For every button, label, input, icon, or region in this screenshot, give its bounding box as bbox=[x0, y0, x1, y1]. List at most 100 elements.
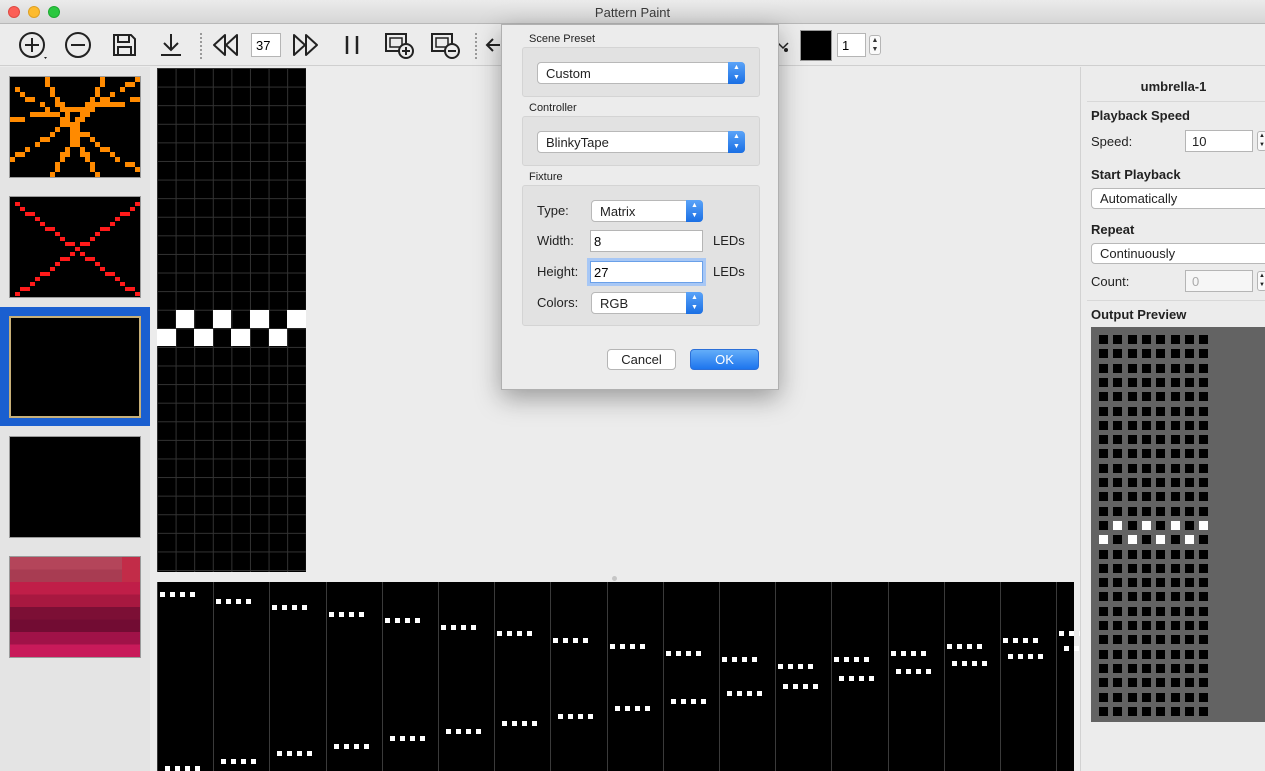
preview-led bbox=[1156, 535, 1166, 545]
preview-led bbox=[1127, 435, 1137, 445]
frame-number-field[interactable] bbox=[251, 33, 281, 57]
repeat-select[interactable]: Continuously bbox=[1091, 243, 1265, 264]
pixel bbox=[80, 252, 85, 256]
width-field[interactable] bbox=[590, 230, 703, 252]
canvas-pixel[interactable] bbox=[250, 310, 269, 328]
timeline-pixel bbox=[634, 706, 640, 711]
preview-led bbox=[1156, 678, 1166, 688]
canvas-pixel[interactable] bbox=[268, 328, 288, 347]
delete-frame-button[interactable] bbox=[427, 29, 463, 61]
frame-divider bbox=[157, 582, 158, 771]
timeline-pixel bbox=[859, 676, 865, 681]
pause-button[interactable] bbox=[336, 29, 368, 61]
step-back-button[interactable] bbox=[208, 29, 242, 61]
canvas-pixel[interactable] bbox=[287, 310, 306, 328]
preview-led bbox=[1141, 335, 1151, 344]
pixel bbox=[10, 157, 15, 162]
canvas-pixel[interactable] bbox=[212, 310, 232, 328]
pixel bbox=[110, 152, 115, 157]
pixel bbox=[80, 152, 85, 157]
pixel bbox=[105, 227, 110, 231]
preview-led bbox=[1184, 678, 1194, 688]
preview-led bbox=[1113, 349, 1123, 359]
speed-field[interactable]: 10 bbox=[1185, 130, 1253, 152]
timeline-pixel bbox=[588, 713, 594, 719]
save-button[interactable] bbox=[108, 29, 140, 61]
pixel bbox=[50, 267, 55, 271]
pixel bbox=[65, 257, 70, 261]
timeline-pixel bbox=[834, 657, 840, 662]
brush-color-swatch[interactable] bbox=[800, 30, 832, 61]
preview-led bbox=[1113, 649, 1123, 659]
timeline-pixel bbox=[328, 611, 334, 617]
count-stepper[interactable]: ▲ ▼ bbox=[1257, 271, 1265, 291]
pattern-thumbnail-orange-x[interactable] bbox=[9, 76, 141, 178]
cancel-button[interactable]: Cancel bbox=[607, 349, 676, 370]
pixel bbox=[80, 147, 85, 152]
preview-led bbox=[1184, 392, 1194, 402]
timeline-pixel bbox=[175, 766, 180, 771]
pixel bbox=[10, 594, 140, 608]
timeline-pixel bbox=[441, 624, 446, 630]
timeline-pixel bbox=[297, 751, 303, 756]
preview-led bbox=[1099, 606, 1108, 616]
add-frame-button[interactable] bbox=[381, 29, 417, 61]
frame-timeline[interactable] bbox=[157, 582, 1100, 771]
ok-button[interactable]: OK bbox=[690, 349, 759, 370]
pixel bbox=[75, 137, 80, 142]
pixel bbox=[65, 112, 70, 117]
canvas-pixel[interactable] bbox=[175, 310, 195, 328]
count-field[interactable]: 0 bbox=[1185, 270, 1253, 292]
pattern-thumbnail-pink[interactable] bbox=[9, 556, 141, 658]
drawing-canvas[interactable] bbox=[157, 68, 306, 572]
pattern-thumbnail-selected[interactable] bbox=[9, 316, 141, 418]
colors-select[interactable]: RGB ▲ ▼ bbox=[591, 292, 703, 314]
pixel bbox=[65, 122, 70, 127]
preview-led bbox=[1170, 621, 1180, 630]
undo-button[interactable] bbox=[482, 29, 502, 61]
step-forward-button[interactable] bbox=[289, 29, 323, 61]
canvas-pixel[interactable] bbox=[194, 328, 213, 347]
timeline-pixel bbox=[558, 713, 564, 719]
pixel bbox=[30, 282, 35, 286]
type-label: Type: bbox=[537, 203, 569, 218]
preview-led bbox=[1127, 663, 1137, 673]
timeline-pixel bbox=[446, 728, 451, 734]
preview-led bbox=[1141, 435, 1151, 445]
canvas-pixel[interactable] bbox=[231, 328, 250, 347]
timeline-pixel bbox=[757, 691, 762, 696]
preview-led bbox=[1127, 520, 1137, 530]
preview-led bbox=[1127, 335, 1137, 344]
controller-select[interactable]: BlinkyTape ▲ ▼ bbox=[537, 131, 745, 153]
remove-pattern-button[interactable] bbox=[62, 29, 94, 61]
pattern-thumbnail-red-x[interactable] bbox=[9, 196, 141, 298]
pattern-thumbnail-black[interactable] bbox=[9, 436, 141, 538]
height-field[interactable] bbox=[590, 261, 703, 283]
timeline-pixel bbox=[358, 611, 364, 617]
pixel bbox=[60, 102, 65, 107]
pixel bbox=[120, 282, 125, 286]
brush-size-field[interactable] bbox=[837, 33, 866, 57]
preview-led bbox=[1156, 649, 1166, 659]
speed-stepper[interactable]: ▲ ▼ bbox=[1257, 131, 1265, 151]
brush-size-stepper[interactable]: ▲ ▼ bbox=[869, 35, 881, 55]
speed-label: Speed: bbox=[1091, 134, 1133, 149]
start-playback-select[interactable]: Automatically bbox=[1091, 188, 1265, 209]
pixel bbox=[80, 117, 85, 122]
add-pattern-button[interactable] bbox=[16, 29, 52, 61]
pixel bbox=[55, 102, 60, 107]
preview-led bbox=[1127, 363, 1137, 373]
export-button[interactable] bbox=[155, 29, 187, 61]
preview-led bbox=[1113, 563, 1123, 573]
preview-led bbox=[1156, 578, 1166, 588]
scene-preset-select[interactable]: Custom ▲ ▼ bbox=[537, 62, 745, 84]
type-select[interactable]: Matrix ▲ ▼ bbox=[591, 200, 703, 222]
preview-led bbox=[1170, 578, 1180, 588]
pixel bbox=[100, 102, 105, 107]
preview-led bbox=[1170, 535, 1180, 545]
splitter-handle[interactable] bbox=[612, 576, 617, 581]
timeline-pixel bbox=[1013, 637, 1018, 643]
pattern-settings-panel: umbrella-1 Playback Speed Speed: 10 ▲ ▼ S… bbox=[1080, 67, 1265, 771]
canvas-pixel[interactable] bbox=[157, 328, 176, 347]
preview-led bbox=[1170, 678, 1180, 688]
